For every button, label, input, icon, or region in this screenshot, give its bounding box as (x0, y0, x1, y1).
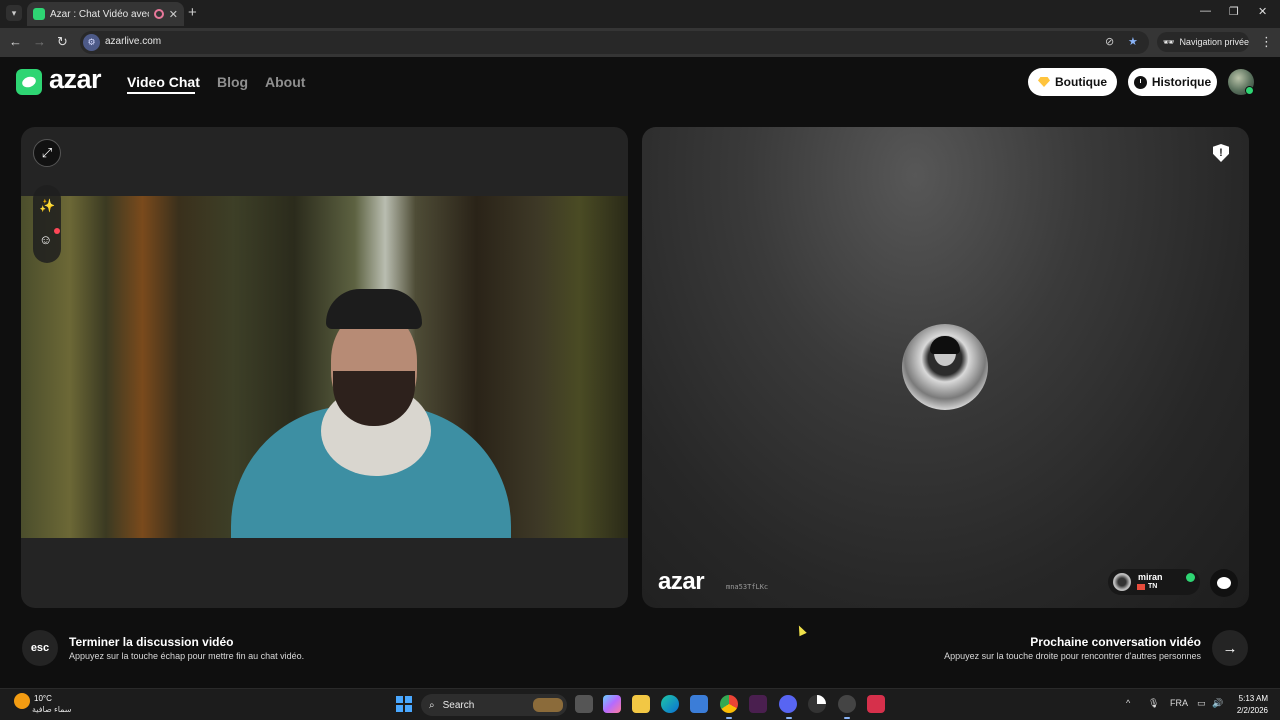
next-arrow-button[interactable]: → (1212, 630, 1248, 666)
weather-temperature: 10°C (34, 694, 52, 703)
eye-off-icon[interactable]: ⊘ (1105, 35, 1114, 48)
gem-icon (1038, 77, 1050, 87)
local-video-panel: ⤢ ✨ ☺ (21, 127, 628, 608)
network-icon[interactable]: ▭ (1197, 698, 1206, 709)
language-indicator[interactable]: FRA (1170, 698, 1188, 708)
peer-country: TN (1148, 583, 1158, 590)
logo-text[interactable]: azar (49, 64, 102, 95)
history-label: Historique (1151, 75, 1212, 89)
weather-icon[interactable] (14, 693, 30, 709)
search-icon: ⌕ (429, 699, 435, 711)
copilot-icon[interactable] (603, 695, 621, 713)
peer-profile-chip[interactable]: miran TN (1108, 569, 1200, 595)
magic-wand-icon[interactable]: ✨ (39, 198, 55, 214)
online-badge (1245, 86, 1254, 95)
watermark-id: mna53TfLKc (726, 583, 769, 591)
peer-name: miran (1138, 572, 1163, 582)
nav-about[interactable]: About (265, 74, 305, 90)
vegas-icon[interactable] (749, 695, 767, 713)
obs-icon[interactable] (838, 695, 856, 713)
sticker-smile-icon[interactable]: ☺ (39, 232, 52, 247)
incognito-icon: 🕶 (1163, 36, 1175, 47)
microphone-icon[interactable]: 🎙 (1148, 698, 1159, 709)
windows-start-icon[interactable] (396, 696, 412, 712)
browser-toolbar: ← → ↻ ⚙ azarlive.com ⊘ ★ (0, 28, 1280, 57)
history-button[interactable]: Historique (1128, 68, 1217, 96)
report-shield-icon[interactable]: ! (1213, 144, 1229, 162)
windows-taskbar: 10°C سماء صافية ⌕ Search ^ 🎙 FRA ▭ 🔊 5:1… (0, 688, 1280, 720)
tab-search-icon[interactable]: ▾ (6, 5, 22, 21)
nav-active-underline (127, 92, 195, 94)
shop-button[interactable]: Boutique (1028, 68, 1117, 96)
forward-icon[interactable]: → (33, 34, 46, 49)
volume-icon[interactable]: 🔊 (1212, 698, 1223, 709)
azar-logo-icon[interactable] (16, 69, 42, 95)
star-icon[interactable]: ★ (1128, 35, 1138, 48)
next-chat-subtitle: Appuyez sur la touche droite pour rencon… (944, 651, 1201, 661)
chat-bubble-icon (1217, 577, 1231, 589)
local-camera-feed (21, 196, 628, 538)
mouse-cursor-icon (795, 623, 807, 637)
nav-blog[interactable]: Blog (217, 74, 248, 90)
chrome-icon[interactable] (720, 695, 738, 713)
file-explorer-icon[interactable] (632, 695, 650, 713)
search-label: Search (442, 699, 475, 711)
url-text: azarlive.com (105, 36, 162, 47)
end-chat-subtitle: Appuyez sur la touche échap pour mettre … (69, 651, 305, 661)
tab-close-icon[interactable]: ✕ (169, 8, 178, 21)
verified-icon (1186, 573, 1195, 582)
country-flag-icon (1137, 584, 1145, 590)
minimize-icon[interactable]: — (1200, 5, 1211, 17)
remote-video-panel: ! azar mna53TfLKc miran TN (642, 127, 1249, 608)
browser-tab-bar: ▾ Azar : Chat Vidéo avec de n ✕ + — ❐ ✕ (0, 0, 1280, 28)
peer-chip-avatar (1113, 573, 1131, 591)
incognito-badge[interactable]: 🕶 Navigation privée (1157, 32, 1249, 52)
clock-time[interactable]: 5:13 AM (1236, 694, 1268, 703)
edge-icon[interactable] (661, 695, 679, 713)
taskbar-search[interactable]: ⌕ Search (421, 694, 567, 716)
shop-label: Boutique (1055, 75, 1107, 89)
tray-chevron-icon[interactable]: ^ (1126, 698, 1130, 708)
restore-icon[interactable]: ❐ (1229, 5, 1239, 18)
back-icon[interactable]: ← (9, 34, 22, 49)
search-highlight-image (533, 698, 563, 712)
browser-tab[interactable]: Azar : Chat Vidéo avec de n ✕ (27, 2, 184, 26)
next-chat-title: Prochaine conversation vidéo (1030, 635, 1201, 649)
timer-app-icon[interactable] (808, 695, 826, 713)
esc-button[interactable]: esc (22, 630, 58, 666)
notification-dot (54, 228, 60, 234)
azar-favicon-icon (33, 8, 45, 20)
expand-icon[interactable]: ⤢ (33, 139, 61, 167)
chat-button[interactable] (1210, 569, 1238, 597)
address-bar[interactable]: ⚙ azarlive.com ⊘ ★ (80, 31, 1149, 54)
incognito-label: Navigation privée (1179, 37, 1249, 47)
recording-icon (153, 9, 164, 19)
obs-active-indicator (844, 717, 850, 719)
store-icon[interactable] (690, 695, 708, 713)
discord-icon[interactable] (779, 695, 797, 713)
recorder-app-icon[interactable] (867, 695, 885, 713)
nav-video-chat[interactable]: Video Chat (127, 74, 200, 90)
watermark-logo: azar (658, 568, 705, 595)
discord-active-indicator (786, 717, 792, 719)
close-window-icon[interactable]: ✕ (1258, 5, 1267, 18)
effects-toolbar: ✨ ☺ (33, 185, 61, 263)
weather-description: سماء صافية (32, 705, 72, 714)
tab-title: Azar : Chat Vidéo avec de n (50, 8, 149, 20)
end-chat-title: Terminer la discussion vidéo (69, 635, 234, 649)
peer-avatar (902, 324, 988, 410)
task-view-icon[interactable] (575, 695, 593, 713)
site-info-icon[interactable]: ⚙ (83, 34, 100, 51)
clock-date[interactable]: 2/2/2026 (1230, 706, 1268, 715)
reload-icon[interactable]: ↻ (57, 34, 68, 50)
new-tab-button[interactable]: + (188, 4, 197, 21)
menu-dots-icon[interactable]: ⋮ (1260, 34, 1273, 50)
clock-icon (1133, 75, 1147, 89)
chrome-active-indicator (726, 717, 732, 719)
